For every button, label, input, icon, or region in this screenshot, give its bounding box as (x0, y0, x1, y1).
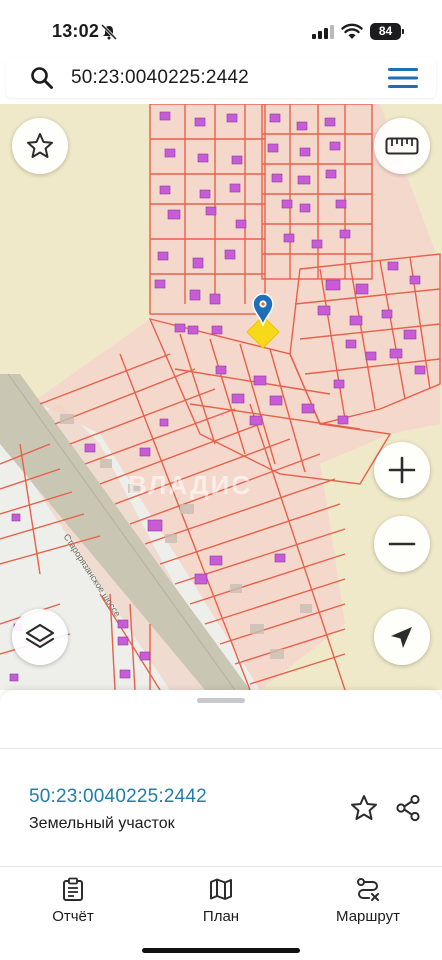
favorite-button[interactable] (12, 118, 68, 174)
search-icon[interactable] (30, 66, 54, 90)
cadastral-map[interactable]: ВЛАДИС Старорязанское шоссе (0, 104, 442, 690)
tab-report-label: Отчёт (52, 908, 94, 925)
tab-report[interactable]: Отчёт (18, 877, 128, 931)
battery-indicator: 84 (370, 23, 401, 40)
star-icon (27, 133, 53, 158)
plus-icon (388, 456, 416, 484)
favorite-star-icon[interactable] (349, 793, 379, 823)
map-canvas[interactable] (0, 104, 442, 690)
sheet-drag-handle[interactable] (197, 698, 245, 703)
search-bar[interactable]: 50:23:0040225:2442 (6, 58, 436, 98)
zoom-in-button[interactable] (374, 442, 430, 498)
map-watermark: ВЛАДИС (128, 470, 253, 500)
map-icon (210, 878, 232, 900)
tab-plan[interactable]: План (166, 877, 276, 931)
location-arrow-icon (391, 627, 412, 648)
signal-icon (312, 25, 334, 39)
hamburger-menu-icon[interactable] (388, 67, 418, 89)
ruler-button[interactable] (374, 118, 430, 174)
search-input[interactable]: 50:23:0040225:2442 (71, 67, 249, 89)
report-icon (63, 877, 83, 901)
sheet-divider (0, 748, 442, 749)
minus-icon (388, 542, 416, 546)
zoom-out-button[interactable] (374, 516, 430, 572)
bottom-tab-bar: Отчёт План Маршрут (0, 866, 442, 960)
home-indicator (142, 948, 300, 953)
tab-plan-label: План (202, 908, 240, 925)
my-location-button[interactable] (374, 609, 430, 665)
layers-icon (25, 623, 55, 649)
route-icon (357, 878, 379, 901)
ruler-icon (385, 137, 419, 155)
status-time: 13:02 (52, 21, 100, 41)
bell-muted-icon (100, 24, 118, 40)
wifi-icon (341, 23, 363, 39)
tab-route-label: Маршрут (336, 908, 400, 925)
parcel-info-sheet[interactable]: 50:23:0040225:2442 Земельный участок (0, 690, 442, 866)
parcel-type-label: Земельный участок (29, 815, 175, 832)
parcel-cadastral-number[interactable]: 50:23:0040225:2442 (29, 786, 207, 808)
share-icon[interactable] (393, 793, 423, 823)
layers-button[interactable] (12, 609, 68, 665)
battery-tip (402, 29, 404, 34)
status-bar: 13:02 84 (0, 0, 442, 58)
tab-route[interactable]: Маршрут (313, 877, 423, 931)
